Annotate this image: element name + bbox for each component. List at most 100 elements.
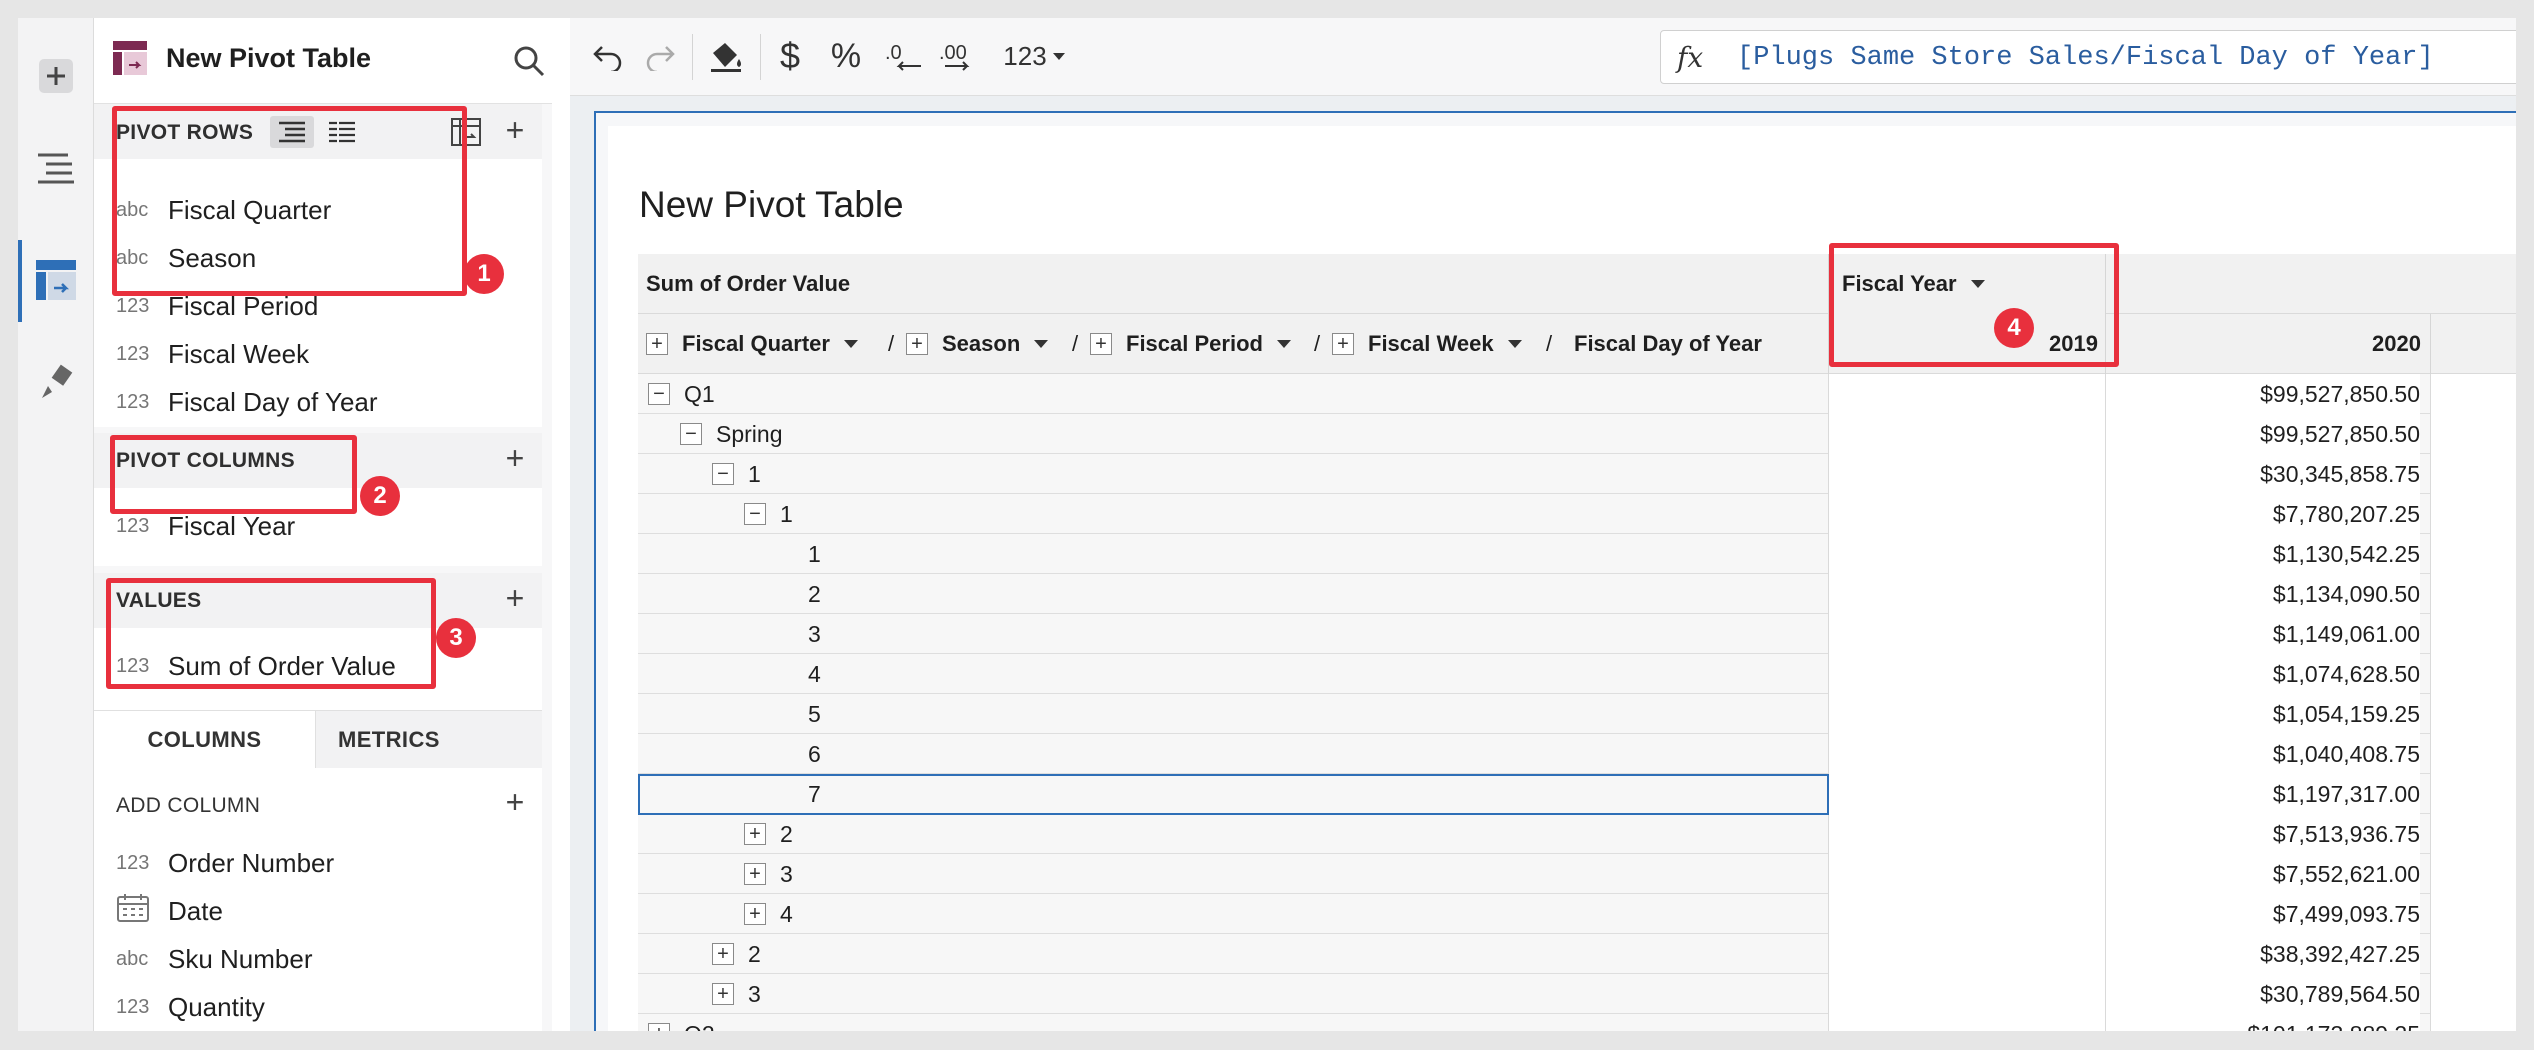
value-cell-next[interactable]	[2430, 934, 2516, 974]
table-row[interactable]: +3 $30,789,564.50	[638, 974, 2516, 1014]
row-field-header[interactable]: + Fiscal Quarter	[646, 314, 858, 374]
value-cell-2019[interactable]	[1828, 574, 2105, 614]
value-cell-next[interactable]	[2430, 1014, 2516, 1031]
tab-metrics[interactable]: METRICS	[316, 711, 542, 769]
expand-icon[interactable]: +	[712, 943, 734, 965]
value-cell-next[interactable]	[2430, 814, 2516, 854]
value-cell-next[interactable]	[2430, 974, 2516, 1014]
value-cell-2019[interactable]	[1828, 534, 2105, 574]
collapse-icon[interactable]: −	[712, 463, 734, 485]
value-cell-2019[interactable]	[1828, 414, 2105, 454]
decrease-decimals-icon[interactable]: .0	[880, 36, 926, 76]
table-row[interactable]: −1 $30,345,858.75	[638, 454, 2516, 494]
value-cell-2020[interactable]: $38,392,427.25	[2105, 934, 2420, 974]
add-column-button[interactable]: +	[500, 786, 530, 818]
paint-bucket-icon[interactable]	[704, 36, 748, 76]
expand-icon[interactable]: +	[648, 1023, 670, 1031]
table-row[interactable]: +2 $7,513,936.75	[638, 814, 2516, 854]
table-row[interactable]: 1 $1,130,542.25	[638, 534, 2516, 574]
increase-decimals-icon[interactable]: .00	[934, 36, 986, 76]
value-cell-next[interactable]	[2430, 654, 2516, 694]
value-cell-2019[interactable]	[1828, 734, 2105, 774]
column-item[interactable]: 123 Order Number	[116, 845, 334, 881]
value-cell-next[interactable]	[2430, 494, 2516, 534]
table-row[interactable]: 6 $1,040,408.75	[638, 734, 2516, 774]
table-row[interactable]: +4 $7,499,093.75	[638, 894, 2516, 934]
value-cell-2020[interactable]: $30,345,858.75	[2105, 454, 2420, 494]
tab-columns[interactable]: COLUMNS	[94, 711, 316, 769]
value-cell-next[interactable]	[2430, 414, 2516, 454]
value-cell-2019[interactable]	[1828, 774, 2105, 814]
value-cell-2020[interactable]: $1,074,628.50	[2105, 654, 2420, 694]
value-cell-next[interactable]	[2430, 374, 2516, 414]
search-icon[interactable]	[512, 44, 546, 83]
column-item[interactable]: abc Sku Number	[116, 941, 313, 977]
number-format-dropdown[interactable]: 123	[996, 36, 1072, 76]
collapse-icon[interactable]: −	[648, 383, 670, 405]
value-cell-2019[interactable]	[1828, 894, 2105, 934]
table-row[interactable]: +3 $7,552,621.00	[638, 854, 2516, 894]
add-pivot-column-button[interactable]: +	[500, 442, 530, 474]
pivot-row-item[interactable]: 123 Fiscal Week	[116, 336, 309, 372]
add-pivot-row-button[interactable]: +	[500, 114, 530, 146]
value-cell-2020[interactable]: $7,552,621.00	[2105, 854, 2420, 894]
table-row[interactable]: +2 $38,392,427.25	[638, 934, 2516, 974]
table-row[interactable]: 3 $1,149,061.00	[638, 614, 2516, 654]
table-row[interactable]: 5 $1,054,159.25	[638, 694, 2516, 734]
value-cell-2020[interactable]: $99,527,850.50	[2105, 414, 2420, 454]
value-cell-2019[interactable]	[1828, 654, 2105, 694]
value-cell-2020[interactable]: $7,780,207.25	[2105, 494, 2420, 534]
value-cell-2020[interactable]: $101,173,889.25	[2105, 1014, 2420, 1031]
expand-icon[interactable]: +	[906, 333, 928, 355]
outline-icon[interactable]	[32, 144, 80, 192]
value-cell-2019[interactable]	[1828, 814, 2105, 854]
value-cell-2019[interactable]	[1828, 694, 2105, 734]
formula-bar[interactable]: fx [Plugs Same Store Sales/Fiscal Day of…	[1660, 30, 2516, 84]
expand-icon[interactable]: +	[646, 333, 668, 355]
redo-icon[interactable]	[640, 36, 680, 76]
value-cell-2020[interactable]: $1,040,408.75	[2105, 734, 2420, 774]
row-field-header[interactable]: + Fiscal Period	[1090, 314, 1291, 374]
value-cell-2019[interactable]	[1828, 374, 2105, 414]
year-header[interactable]: 2020	[2105, 314, 2421, 374]
value-cell-next[interactable]	[2430, 694, 2516, 734]
column-item[interactable]: 123 Quantity	[116, 989, 265, 1025]
value-cell-next[interactable]	[2430, 454, 2516, 494]
value-cell-2019[interactable]	[1828, 934, 2105, 974]
undo-icon[interactable]	[588, 36, 628, 76]
pivot-table-icon[interactable]	[32, 256, 80, 304]
value-cell-2019[interactable]	[1828, 494, 2105, 534]
row-field-header[interactable]: + Fiscal Week	[1332, 314, 1522, 374]
add-icon[interactable]	[32, 52, 80, 100]
paint-icon[interactable]	[32, 358, 80, 406]
table-row[interactable]: − Q1 $99,527,850.50	[638, 374, 2516, 414]
caret-down-icon[interactable]	[1276, 340, 1291, 348]
expand-icon[interactable]: +	[1332, 333, 1354, 355]
row-field-header[interactable]: + Season	[906, 314, 1049, 374]
percent-format-icon[interactable]: %	[824, 36, 868, 76]
caret-down-icon[interactable]	[1034, 340, 1049, 348]
value-cell-2020[interactable]: $1,130,542.25	[2105, 534, 2420, 574]
caret-down-icon[interactable]	[843, 340, 858, 348]
value-cell-2020[interactable]: $7,499,093.75	[2105, 894, 2420, 934]
value-cell-2019[interactable]	[1828, 854, 2105, 894]
value-cell-2019[interactable]	[1828, 614, 2105, 654]
value-cell-2019[interactable]	[1828, 454, 2105, 494]
value-cell-next[interactable]	[2430, 774, 2516, 814]
value-cell-next[interactable]	[2430, 894, 2516, 934]
caret-down-icon[interactable]	[1507, 340, 1522, 348]
value-cell-2020[interactable]: $30,789,564.50	[2105, 974, 2420, 1014]
value-cell-2020[interactable]: $1,054,159.25	[2105, 694, 2420, 734]
value-cell-next[interactable]	[2430, 734, 2516, 774]
value-cell-next[interactable]	[2430, 614, 2516, 654]
expand-icon[interactable]: +	[744, 863, 766, 885]
value-cell-2020[interactable]: $99,527,850.50	[2105, 374, 2420, 414]
table-row[interactable]: 4 $1,074,628.50	[638, 654, 2516, 694]
value-cell-2019[interactable]	[1828, 974, 2105, 1014]
row-field-header[interactable]: Fiscal Day of Year	[1574, 314, 1762, 374]
currency-format-icon[interactable]: $	[770, 35, 810, 76]
collapse-icon[interactable]: −	[680, 423, 702, 445]
formula-expression[interactable]: [Plugs Same Store Sales/Fiscal Day of Ye…	[1737, 43, 2434, 73]
value-cell-next[interactable]	[2430, 854, 2516, 894]
value-cell-2019[interactable]	[1828, 1014, 2105, 1031]
